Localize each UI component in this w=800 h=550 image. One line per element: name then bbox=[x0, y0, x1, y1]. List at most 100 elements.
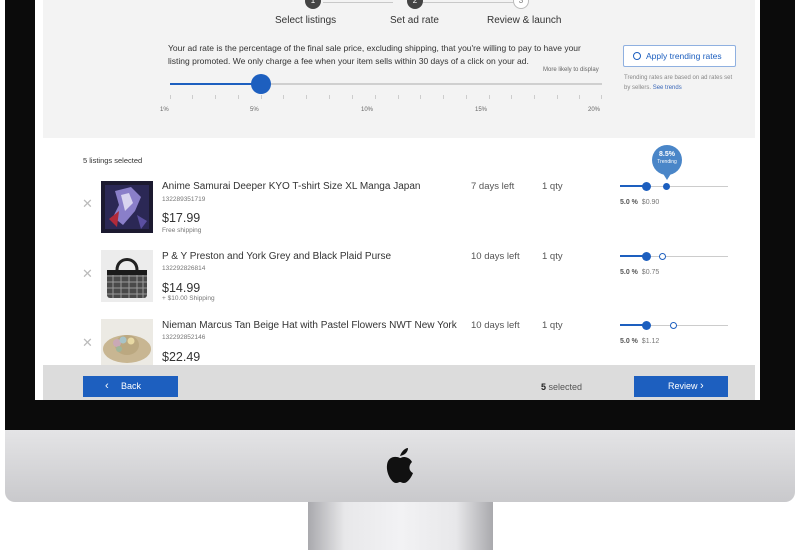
listing-rate-slider-handle[interactable] bbox=[642, 321, 651, 330]
slider-tick bbox=[443, 95, 444, 99]
listing-price: $14.99 bbox=[162, 281, 201, 295]
slider-tick bbox=[261, 95, 262, 99]
screen-bezel-right bbox=[760, 0, 795, 430]
selected-count-number: 5 bbox=[541, 382, 547, 392]
step-3-label: Review & launch bbox=[487, 15, 562, 26]
slider-tick bbox=[238, 95, 239, 99]
tick-label-5: 5% bbox=[250, 107, 259, 113]
remove-listing-icon[interactable]: ✕ bbox=[82, 196, 93, 212]
slider-tick bbox=[398, 95, 399, 99]
listing-rate-percent: 5.0 % bbox=[620, 338, 638, 345]
apply-trending-rates-label: Apply trending rates bbox=[646, 51, 722, 61]
slider-tick bbox=[489, 95, 490, 99]
listing-rate: 5.0 % $0.75 bbox=[620, 269, 659, 276]
step-1-label: Select listings bbox=[275, 15, 337, 26]
listing-row: ✕ P & Y Preston and York Grey and Black … bbox=[35, 248, 760, 318]
tick-label-1: 1% bbox=[160, 107, 169, 113]
screen-bezel-bottom bbox=[5, 400, 795, 430]
listing-title[interactable]: Anime Samurai Deeper KYO T-shirt Size XL… bbox=[162, 181, 420, 192]
ad-rate-description: Your ad rate is the percentage of the fi… bbox=[168, 43, 581, 66]
tick-label-10: 10% bbox=[361, 107, 374, 113]
listing-rate: 5.0 % $1.12 bbox=[620, 338, 659, 345]
purse-photo bbox=[101, 250, 153, 302]
listing-title[interactable]: Nieman Marcus Tan Beige Hat with Pastel … bbox=[162, 320, 457, 331]
stepper-line bbox=[323, 2, 393, 3]
tick-label-15: 15% bbox=[475, 107, 488, 113]
ad-rate-panel: 1 Select listings 2 Set ad rate 3 Review… bbox=[43, 0, 755, 138]
slider-tick bbox=[329, 95, 330, 99]
listings-selected-count: 5 listings selected bbox=[83, 156, 143, 165]
listing-time-left: 7 days left bbox=[471, 181, 515, 192]
review-button[interactable]: Review › bbox=[634, 376, 728, 397]
chevron-left-icon: ‹ bbox=[105, 380, 109, 392]
apple-logo-icon bbox=[386, 448, 413, 483]
slider-tick bbox=[534, 95, 535, 99]
slider-tick bbox=[192, 95, 193, 99]
listing-rate-fee: $0.90 bbox=[641, 199, 660, 206]
monitor-stand bbox=[308, 502, 493, 550]
step-1-circle: 1 bbox=[305, 0, 321, 9]
trending-rate-marker bbox=[663, 183, 670, 190]
more-likely-label: More likely to display bbox=[543, 67, 599, 73]
listing-qty: 1 qty bbox=[542, 251, 563, 262]
listing-price: $17.99 bbox=[162, 211, 201, 225]
see-trends-link[interactable]: See trends bbox=[653, 85, 682, 91]
radio-icon bbox=[633, 52, 641, 60]
slider-tick bbox=[511, 95, 512, 99]
footer-selected-count: 5 selected bbox=[541, 382, 582, 392]
listing-rate-slider-handle[interactable] bbox=[642, 252, 651, 261]
ad-rate-slider-fill bbox=[170, 83, 262, 85]
listing-rate-percent: 5.0 % bbox=[620, 199, 638, 206]
back-button-label: Back bbox=[121, 381, 142, 391]
listing-rate-slider-handle[interactable] bbox=[642, 182, 651, 191]
slider-tick bbox=[420, 95, 421, 99]
step-2-label: Set ad rate bbox=[390, 15, 439, 26]
listing-item-id: 132292826814 bbox=[162, 265, 206, 272]
hat-photo bbox=[101, 319, 153, 371]
slider-tick bbox=[601, 95, 602, 99]
trending-rate-label: Trending bbox=[657, 159, 677, 165]
trending-rate-marker bbox=[659, 253, 666, 260]
tick-label-20: 20% bbox=[588, 107, 601, 113]
tshirt-photo bbox=[101, 181, 153, 233]
trending-rate-marker bbox=[670, 322, 677, 329]
listing-shipping: Free shipping bbox=[162, 227, 202, 234]
listing-time-left: 10 days left bbox=[471, 320, 520, 331]
slider-tick bbox=[579, 95, 580, 99]
listing-qty: 1 qty bbox=[542, 320, 563, 331]
listing-rate-percent: 5.0 % bbox=[620, 269, 638, 276]
slider-tick bbox=[306, 95, 307, 99]
slider-tick bbox=[466, 95, 467, 99]
listing-title[interactable]: P & Y Preston and York Grey and Black Pl… bbox=[162, 251, 391, 262]
selected-count-suffix: selected bbox=[548, 382, 583, 392]
listing-item-id: 132289351719 bbox=[162, 196, 206, 203]
stepper-line bbox=[423, 2, 518, 3]
remove-listing-icon[interactable]: ✕ bbox=[82, 335, 93, 351]
slider-tick bbox=[557, 95, 558, 99]
screen: 1 Select listings 2 Set ad rate 3 Review… bbox=[35, 0, 760, 400]
listing-rate: 5.0 % $0.90 bbox=[620, 199, 659, 206]
listing-price: $22.49 bbox=[162, 350, 201, 364]
listing-row: ✕ Anime Samurai Deeper KYO T-shirt Size … bbox=[35, 178, 760, 248]
back-button[interactable]: ‹ Back bbox=[83, 376, 178, 397]
step-3-circle: 3 bbox=[513, 0, 529, 9]
listing-time-left: 10 days left bbox=[471, 251, 520, 262]
listing-rate-fee: $1.12 bbox=[641, 338, 660, 345]
listing-qty: 1 qty bbox=[542, 181, 563, 192]
screen-bezel-left bbox=[5, 0, 35, 430]
apply-trending-rates-button[interactable]: Apply trending rates bbox=[623, 45, 736, 67]
trending-rate-value: 8.5% bbox=[659, 151, 675, 158]
slider-tick bbox=[283, 95, 284, 99]
slider-tick bbox=[375, 95, 376, 99]
trending-note: Trending rates are based on ad rates set… bbox=[624, 73, 734, 93]
listing-shipping: + $10.00 Shipping bbox=[162, 295, 215, 302]
remove-listing-icon[interactable]: ✕ bbox=[82, 266, 93, 282]
listing-item-id: 132292852146 bbox=[162, 334, 206, 341]
ad-rate-slider-handle[interactable] bbox=[251, 74, 271, 94]
trending-rate-bubble: 8.5% Trending bbox=[652, 145, 682, 175]
footer-bar: ‹ Back 5 selected Review › bbox=[43, 365, 755, 400]
slider-tick bbox=[215, 95, 216, 99]
listing-rate-fee: $0.75 bbox=[641, 269, 660, 276]
slider-tick bbox=[352, 95, 353, 99]
review-button-label: Review bbox=[668, 381, 698, 391]
